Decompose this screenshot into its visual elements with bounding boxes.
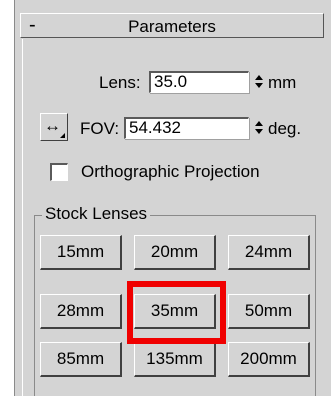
- stock-lenses-title: Stock Lenses: [42, 204, 151, 224]
- parameters-rollout-header[interactable]: - Parameters: [20, 13, 324, 38]
- lens-135mm-button[interactable]: 135mm: [134, 342, 216, 377]
- lens-field[interactable]: 35.0: [149, 71, 249, 93]
- lens-28mm-button[interactable]: 28mm: [40, 294, 122, 329]
- fov-unit: deg.: [268, 119, 302, 138]
- fov-field[interactable]: 54.432: [124, 117, 249, 139]
- spinner-up-icon[interactable]: [255, 75, 263, 80]
- lens-label: Lens:: [99, 73, 141, 92]
- flyout-corner-icon: [60, 133, 65, 138]
- fov-spinner[interactable]: [253, 117, 265, 139]
- lens-50mm-button[interactable]: 50mm: [228, 294, 310, 329]
- fov-direction-button[interactable]: ↔: [40, 113, 68, 141]
- lens-20mm-button[interactable]: 20mm: [134, 235, 216, 270]
- lens-85mm-button[interactable]: 85mm: [40, 342, 122, 377]
- spinner-up-icon[interactable]: [255, 121, 263, 126]
- highlight-box: [127, 281, 226, 344]
- orthographic-checkbox[interactable]: [50, 163, 68, 181]
- spinner-down-icon[interactable]: [255, 83, 263, 88]
- orthographic-label[interactable]: Orthographic Projection: [81, 162, 260, 182]
- rollout-divider: [22, 39, 23, 396]
- lens-spinner[interactable]: [253, 71, 265, 93]
- lens-15mm-button[interactable]: 15mm: [40, 235, 122, 270]
- spinner-down-icon[interactable]: [255, 129, 263, 134]
- fov-label: FOV:: [80, 119, 120, 138]
- lens-24mm-button[interactable]: 24mm: [228, 235, 310, 270]
- rollout-title: Parameters: [128, 17, 216, 36]
- lens-unit: mm: [268, 73, 297, 92]
- lens-200mm-button[interactable]: 200mm: [228, 342, 310, 377]
- horizontal-arrow-icon: ↔: [44, 116, 61, 135]
